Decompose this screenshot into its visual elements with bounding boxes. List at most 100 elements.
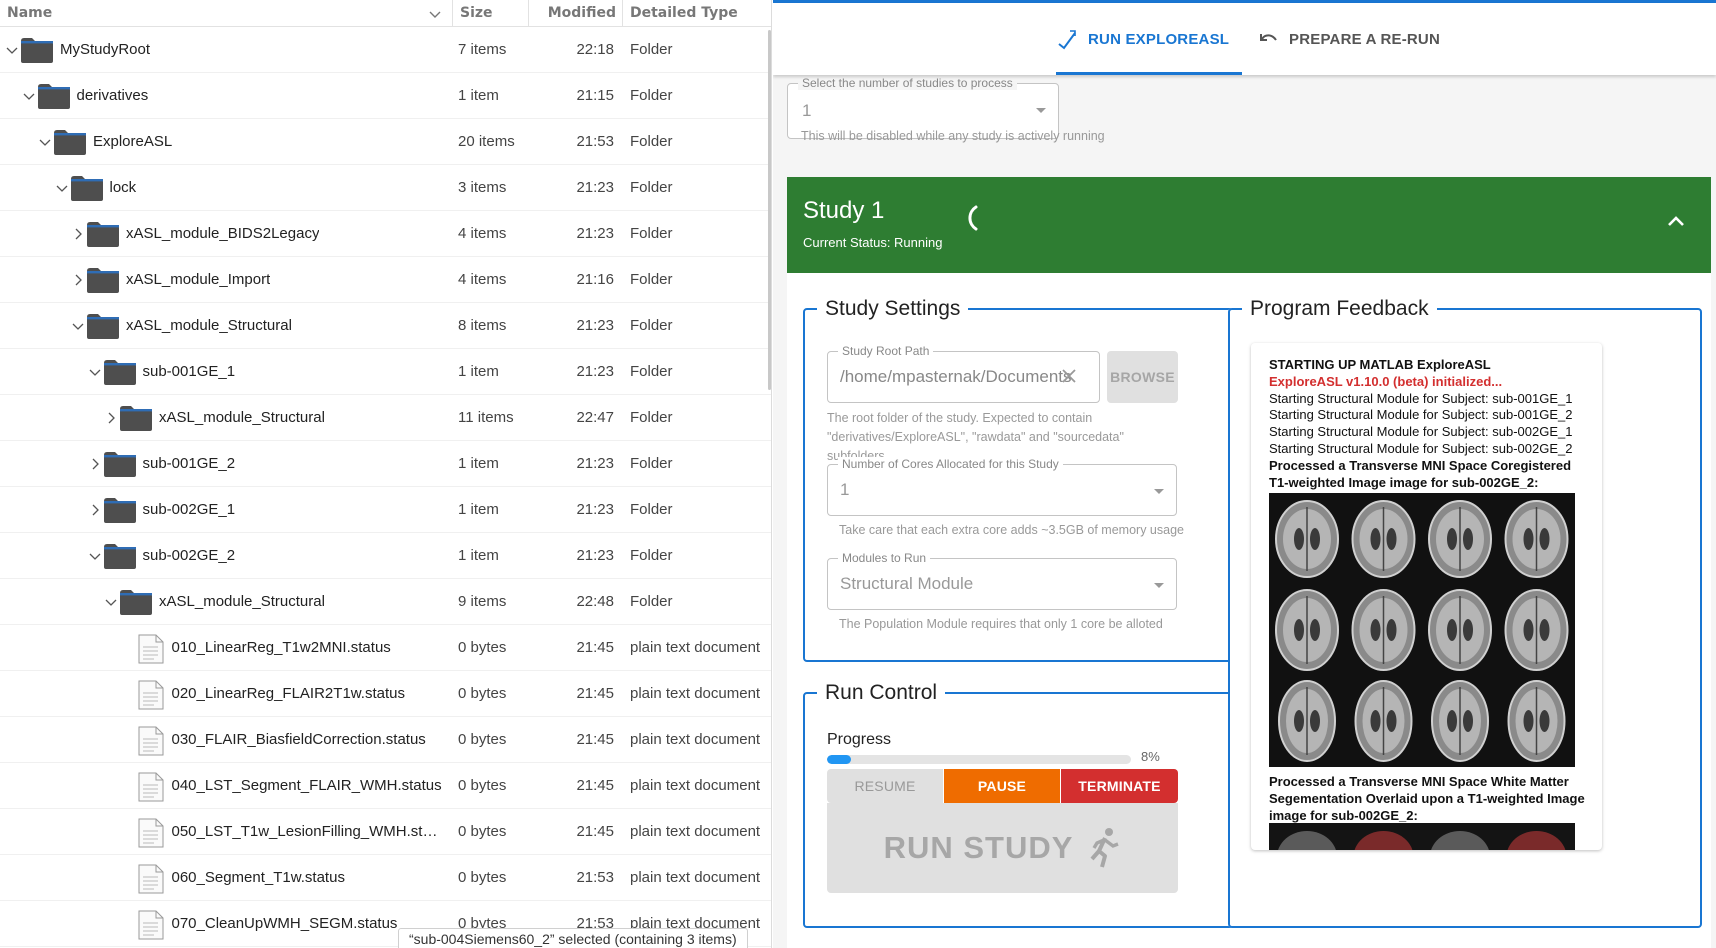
folder-row[interactable]: xASL_module_Import 4 items 21:16 Folder [0, 257, 771, 303]
item-modified: 21:23 [576, 317, 614, 334]
folder-row[interactable]: xASL_module_Structural 11 items 22:47 Folde… [0, 395, 771, 441]
pause-button[interactable]: PAUSE [944, 769, 1060, 803]
item-size: 1 item [458, 87, 499, 104]
terminate-button[interactable]: TERMINATE [1061, 769, 1178, 803]
modules-value: Structural Module [840, 574, 974, 593]
run-control-legend: Run Control [825, 681, 938, 704]
folder-row[interactable]: xASL_module_BIDS2Legacy 4 items 21:23 Folde… [0, 211, 771, 257]
file-row[interactable]: 050_LST_T1w_LesionFilling_WMH.st… 0 bytes… [0, 809, 771, 855]
folder-row[interactable]: xASL_module_Structural 9 items 22:48 Folder [0, 579, 771, 625]
run-study-label: RUN STUDY [883, 830, 1074, 865]
item-type: Folder [630, 363, 673, 380]
tab-run-label: RUN EXPLOREASL [1088, 30, 1230, 48]
chevron-down-icon[interactable] [56, 182, 68, 194]
column-header-bar: Name Size Modified Detailed Type [0, 0, 771, 27]
chevron-right-icon[interactable] [89, 504, 101, 516]
chevron-down-icon[interactable] [89, 366, 101, 378]
item-size: 8 items [458, 317, 507, 334]
study-root-path-field[interactable]: Study Root Path /home/mpasternak/Documen… [827, 344, 1100, 403]
folder-icon [103, 452, 136, 477]
browse-button[interactable]: BROWSE [1107, 351, 1178, 403]
file-row[interactable]: 060_Segment_T1w.status 0 bytes 21:53 plain … [0, 855, 771, 901]
feedback-caption-2: Processed a Transverse MNI Space White M… [1269, 774, 1585, 823]
mri-slice [1351, 589, 1416, 671]
text-file-icon [138, 818, 163, 848]
item-modified: 21:23 [576, 225, 614, 242]
chevron-up-icon[interactable] [1663, 209, 1689, 235]
feedback-line: Processed a Transverse MNI Space Coregis… [1269, 457, 1572, 490]
chevron-down-icon[interactable] [428, 7, 442, 21]
study-header[interactable]: Study 1 Current Status: Running [787, 177, 1711, 273]
item-modified: 22:47 [576, 409, 614, 426]
item-name: xASL_module_Structural [159, 409, 325, 426]
chevron-down-icon[interactable] [39, 136, 51, 148]
item-name: xASL_module_Import [126, 271, 271, 288]
chevron-right-icon[interactable] [89, 458, 101, 470]
chevron-right-icon[interactable] [72, 228, 84, 240]
mri-slice [1278, 680, 1336, 762]
modules-helper: The Population Module requires that only… [839, 617, 1163, 631]
caret-down-icon [1154, 489, 1164, 494]
item-size: 11 items [458, 409, 514, 426]
mri-slice [1504, 589, 1569, 671]
chevron-right-icon[interactable] [105, 412, 117, 424]
folder-row[interactable]: sub-002GE_2 1 item 21:23 Folder [0, 533, 771, 579]
folder-row[interactable]: ExploreASL 20 items 21:53 Folder [0, 119, 771, 165]
column-size[interactable]: Size [452, 0, 528, 27]
resume-button[interactable]: RESUME [827, 769, 943, 803]
folder-row[interactable]: lock 3 items 21:23 Folder [0, 165, 771, 211]
text-file-icon [138, 772, 163, 802]
chevron-down-icon[interactable] [105, 596, 117, 608]
item-name: xASL_module_BIDS2Legacy [126, 225, 320, 242]
chevron-right-icon[interactable] [72, 274, 84, 286]
folder-row[interactable]: sub-001GE_1 1 item 21:23 Folder [0, 349, 771, 395]
run-study-button[interactable]: RUN STUDY [827, 803, 1178, 893]
explore-asl-app: RUN EXPLOREASL PREPARE A RE-RUN Select t… [773, 0, 1716, 948]
feedback-line: Starting Structural Module for Subject: … [1269, 407, 1573, 423]
folder-row[interactable]: sub-001GE_2 1 item 21:23 Folder [0, 441, 771, 487]
item-type: Folder [630, 409, 673, 426]
chevron-down-icon[interactable] [72, 320, 84, 332]
item-modified: 21:23 [576, 179, 614, 196]
column-modified[interactable]: Modified [528, 0, 622, 27]
scrollbar[interactable] [768, 30, 771, 390]
column-type[interactable]: Detailed Type [622, 0, 771, 27]
folder-row[interactable]: sub-002GE_1 1 item 21:23 Folder [0, 487, 771, 533]
file-row[interactable]: 010_LinearReg_T1w2MNI.status 0 bytes 21:45… [0, 625, 771, 671]
column-name[interactable]: Name [0, 0, 452, 27]
tab-rerun-label: PREPARE A RE-RUN [1289, 30, 1440, 48]
feedback-line: STARTING UP MATLAB ExploreASL [1269, 357, 1491, 372]
folder-row[interactable]: xASL_module_Structural 8 items 21:23 Folder [0, 303, 771, 349]
chevron-down-icon[interactable] [23, 90, 35, 102]
status-bar: “sub-004Siemens60_2” selected (containin… [398, 928, 748, 948]
file-row[interactable]: 030_FLAIR_BiasfieldCorrection.status 0 by… [0, 717, 771, 763]
feedback-line: Starting Structural Module for Subject: … [1269, 424, 1573, 440]
chevron-down-icon[interactable] [89, 550, 101, 562]
item-type: Folder [630, 455, 673, 472]
wm-overlay-image [1269, 823, 1575, 850]
study-root-path-value: /home/mpasternak/Documents [840, 367, 1072, 386]
tab-run-exploreasl[interactable]: RUN EXPLOREASL [1056, 3, 1229, 75]
item-name: sub-002GE_2 [142, 547, 236, 564]
modules-select[interactable]: Modules to Run Structural Module [827, 551, 1177, 610]
folder-icon [120, 406, 152, 431]
folder-icon [103, 498, 136, 523]
item-modified: 21:23 [576, 363, 614, 380]
cores-select[interactable]: Number of Cores Allocated for this Study… [827, 457, 1177, 516]
tab-bar: RUN EXPLOREASL PREPARE A RE-RUN [773, 3, 1716, 75]
folder-row[interactable]: derivatives 1 item 21:15 Folder [0, 73, 771, 119]
mri-slice [1428, 500, 1492, 578]
item-modified: 21:23 [576, 547, 614, 564]
item-size: 7 items [458, 41, 507, 58]
close-icon[interactable] [1061, 368, 1077, 384]
item-name: 020_LinearReg_FLAIR2T1w.status [171, 685, 405, 702]
overlay-slice [1354, 831, 1413, 850]
chevron-down-icon[interactable] [6, 44, 18, 56]
tab-prepare-rerun[interactable]: PREPARE A RE-RUN [1257, 3, 1440, 75]
folder-row[interactable]: MyStudyRoot 7 items 22:18 Folder [0, 27, 771, 73]
overlay-slice [1507, 831, 1566, 850]
file-row[interactable]: 040_LST_Segment_FLAIR_WMH.status 0 bytes 2… [0, 763, 771, 809]
feedback-log[interactable]: STARTING UP MATLAB ExploreASL ExploreASL … [1251, 343, 1602, 850]
studies-count-label: Select the number of studies to process [798, 76, 1017, 90]
file-row[interactable]: 020_LinearReg_FLAIR2T1w.status 0 bytes 21:… [0, 671, 771, 717]
